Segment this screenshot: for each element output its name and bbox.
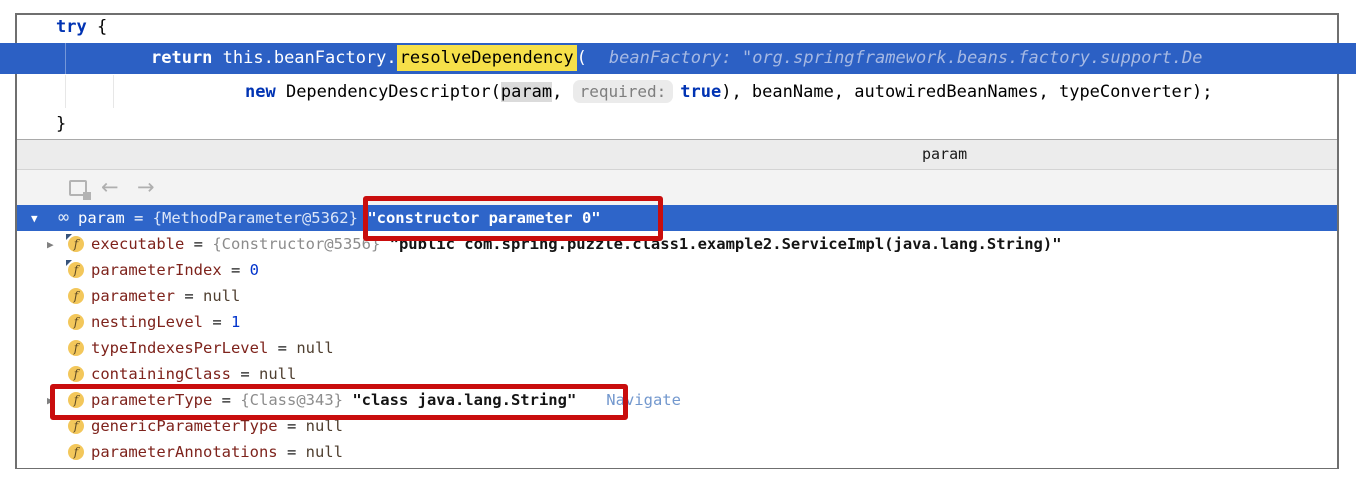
code-line[interactable]: return this.beanFactory. resolveDependenc… bbox=[151, 43, 1203, 74]
variable-name: parameter bbox=[91, 287, 175, 305]
equals-separator: = bbox=[175, 287, 203, 305]
code-token: } bbox=[56, 114, 67, 134]
execution-line-highlight: return this.beanFactory. resolveDependenc… bbox=[0, 43, 1356, 74]
evaluated-token: param bbox=[500, 82, 553, 102]
variable-name: parameterAnnotations bbox=[91, 443, 278, 461]
variables-tree: ▼ ∞ param = {MethodParameter@5362} "constr… bbox=[17, 205, 1337, 468]
equals-separator: = bbox=[184, 235, 213, 253]
expand-arrow-icon[interactable]: ▼ bbox=[31, 212, 52, 225]
gutter-separator bbox=[65, 43, 66, 74]
inline-parameter-hint: beanFactory: "org.springframework.beans.… bbox=[608, 48, 1203, 68]
code-token: DependencyDescriptor( bbox=[275, 82, 501, 102]
popup-toolbar: ← → bbox=[17, 170, 1337, 205]
equals-separator: = bbox=[124, 209, 153, 227]
primitive-value: null bbox=[203, 287, 241, 305]
field-icon: f bbox=[68, 366, 84, 382]
tree-row-parameterAnnotations[interactable]: f parameterAnnotations = null bbox=[17, 439, 1337, 465]
variable-name: executable bbox=[91, 235, 185, 253]
code-line[interactable]: } bbox=[56, 109, 66, 139]
code-token: this.beanFactory. bbox=[212, 48, 397, 68]
screenshot-root: try { return this.beanFactory. resolveDepe… bbox=[0, 0, 1356, 494]
field-icon: f bbox=[68, 418, 84, 434]
parameter-hint-chip: required: bbox=[572, 80, 674, 103]
indent-guide bbox=[113, 75, 114, 108]
back-arrow-icon[interactable]: ← bbox=[101, 172, 119, 203]
code-keyword-token: true bbox=[680, 82, 722, 102]
annotation-box-parameter-type bbox=[50, 384, 628, 420]
code-keyword-token: return bbox=[151, 48, 213, 68]
primitive-value: null bbox=[258, 365, 297, 383]
popup-header: param bbox=[17, 140, 1337, 170]
object-type-ref: {MethodParameter@5362} bbox=[152, 209, 368, 227]
equals-separator: = bbox=[277, 443, 306, 461]
code-token: ( bbox=[576, 48, 587, 68]
primitive-value: null bbox=[305, 443, 343, 461]
expand-arrow-icon[interactable]: ▶ bbox=[47, 238, 68, 251]
inspect-icon[interactable] bbox=[69, 180, 91, 200]
equals-separator: = bbox=[221, 261, 250, 279]
equals-separator: = bbox=[230, 365, 259, 383]
equals-separator: = bbox=[202, 313, 231, 331]
highlighted-method-token: resolveDependency bbox=[396, 45, 577, 71]
equals-separator: = bbox=[268, 339, 297, 357]
primitive-value: null bbox=[296, 339, 334, 357]
forward-arrow-icon[interactable]: → bbox=[137, 172, 155, 203]
field-icon: f bbox=[68, 444, 84, 460]
field-icon: f bbox=[68, 288, 84, 304]
tree-row-typeIndexesPerLevel[interactable]: f typeIndexesPerLevel = null bbox=[17, 335, 1337, 361]
primitive-value: 0 bbox=[249, 261, 259, 279]
code-token: , bbox=[552, 82, 573, 102]
variable-name: param bbox=[78, 209, 125, 227]
code-line[interactable]: try { bbox=[56, 12, 107, 42]
popup-title: param bbox=[922, 145, 968, 163]
tree-row-executable[interactable]: ▶ f executable = {Constructor@5356} "publi… bbox=[17, 231, 1337, 257]
variable-name: containingClass bbox=[91, 365, 231, 383]
variable-name: parameterIndex bbox=[91, 261, 222, 279]
field-icon: f bbox=[66, 260, 84, 278]
code-editor: try { return this.beanFactory. resolveDepe… bbox=[0, 0, 1356, 139]
code-token: ), beanName, autowiredBeanNames, typeCon… bbox=[721, 82, 1213, 102]
code-line[interactable]: new DependencyDescriptor(param, required… bbox=[245, 77, 1213, 107]
variable-name: nestingLevel bbox=[91, 313, 203, 331]
indent-guide bbox=[65, 75, 66, 108]
tree-row-parameter[interactable]: f parameter = null bbox=[17, 283, 1337, 309]
code-keyword-token: new bbox=[245, 82, 276, 102]
field-icon: f bbox=[68, 340, 84, 356]
annotation-box-constructor-parameter bbox=[363, 196, 663, 241]
code-token: { bbox=[86, 17, 108, 37]
watch-icon: ∞ bbox=[58, 207, 69, 228]
variable-name: typeIndexesPerLevel bbox=[91, 339, 269, 357]
code-keyword-token: try bbox=[56, 17, 87, 37]
field-icon: f bbox=[68, 314, 84, 330]
primitive-value: 1 bbox=[230, 313, 241, 331]
tree-row-param[interactable]: ▼ ∞ param = {MethodParameter@5362} "constr… bbox=[17, 205, 1337, 231]
field-icon: f bbox=[66, 234, 84, 252]
tree-row-nestingLevel[interactable]: f nestingLevel = 1 bbox=[17, 309, 1337, 335]
tree-row-parameterNameDiscoverer[interactable]: fparameterNameDiscoverer = null bbox=[17, 465, 1337, 468]
tree-row-parameterIndex[interactable]: f parameterIndex = 0 bbox=[17, 257, 1337, 283]
